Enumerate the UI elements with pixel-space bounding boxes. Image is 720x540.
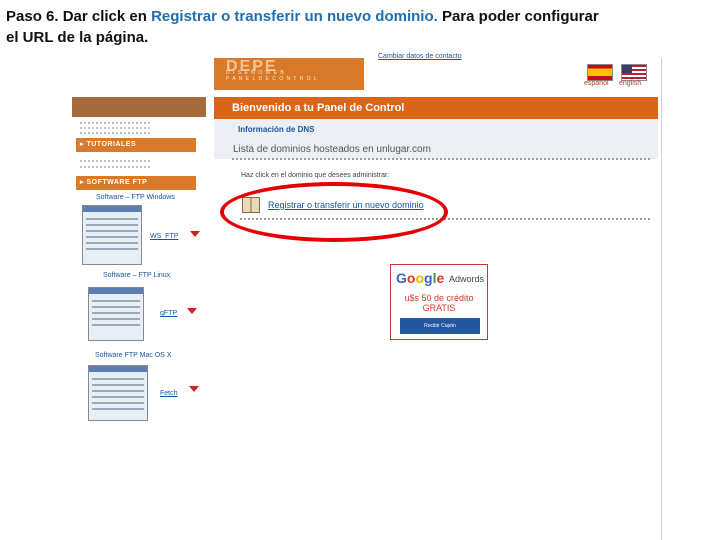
download-arrow-icon[interactable]: [187, 308, 197, 314]
fetch-download-link[interactable]: Fetch: [160, 390, 178, 397]
lang-espanol-link[interactable]: español: [584, 80, 609, 87]
ad-free-text: GRATIS: [422, 303, 456, 313]
sidebar-divider: [80, 166, 150, 168]
sidebar-divider: [80, 132, 150, 134]
domain-list-title: Lista de dominios hosteados en unlugar.c…: [233, 144, 431, 155]
usa-flag-icon[interactable]: [621, 64, 647, 81]
lang-english-link[interactable]: english: [619, 80, 641, 87]
site-logo-subtitle: D I S E Ñ O W E B P A N E L D E C O N T …: [226, 70, 318, 82]
google-adwords-ad[interactable]: Google Adwords u$s 50 de crédito GRATIS …: [390, 264, 488, 340]
ws-ftp-screenshot-thumbnail[interactable]: [82, 205, 142, 265]
sidebar-divider: [80, 127, 150, 129]
ws-ftp-download-link[interactable]: WS_FTP: [150, 233, 178, 240]
contact-data-link[interactable]: Cambiar datos de contacto: [378, 53, 462, 60]
caption-highlight: Registrar o transferir un nuevo dominio.: [151, 8, 438, 25]
software-mac-title: Software FTP Mac OS X: [95, 352, 172, 359]
column-gap: [206, 58, 213, 540]
software-linux-title: Software – FTP Linux: [103, 272, 171, 279]
download-arrow-icon[interactable]: [190, 231, 200, 237]
fetch-screenshot-thumbnail[interactable]: [88, 365, 148, 421]
red-highlight-ellipse: [220, 182, 448, 242]
logo-subtitle-line-2: P A N E L D E C O N T R O L: [226, 76, 318, 82]
adwords-label: Adwords: [449, 274, 485, 284]
software-windows-title: Software – FTP Windows: [96, 194, 175, 201]
download-arrow-icon[interactable]: [189, 386, 199, 392]
google-logo: Google: [396, 270, 445, 286]
sidebar-item-tutoriales[interactable]: ▸ TUTORIALES: [76, 138, 196, 152]
redeem-coupon-button[interactable]: Recibir Cupón: [400, 318, 480, 334]
caption-prefix: Paso 6. Dar click en: [6, 8, 152, 25]
gftp-screenshot-thumbnail[interactable]: [88, 287, 144, 341]
welcome-banner: Bienvenido a tu Panel de Control: [214, 97, 658, 119]
dotted-divider: [232, 158, 652, 160]
sidebar-divider: [80, 160, 150, 162]
sidebar-header-bar: [72, 97, 206, 117]
instruction-caption: Paso 6. Dar click en Registrar o transfe…: [6, 6, 606, 48]
ad-credit-text: u$s 50 de crédito: [404, 293, 474, 303]
gftp-download-link[interactable]: gFTP: [160, 310, 177, 317]
sidebar-item-software-ftp[interactable]: ▸ SOFTWARE FTP: [76, 176, 196, 190]
sidebar-divider: [80, 122, 150, 124]
spain-flag-icon[interactable]: [587, 64, 613, 81]
dns-info-link[interactable]: Información de DNS: [238, 125, 314, 134]
domain-hint-text: Haz click en el dominio que desees admin…: [241, 172, 390, 179]
